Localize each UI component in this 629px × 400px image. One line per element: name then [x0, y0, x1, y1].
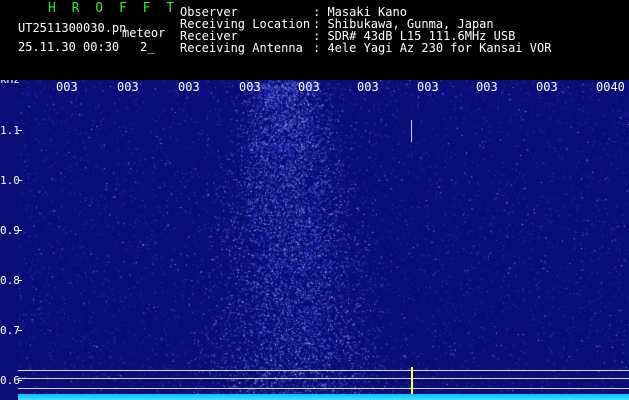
filename-label: UT2511300030.pn [18, 21, 127, 35]
time-tick: 003 [239, 80, 261, 94]
time-tick: 003 [357, 80, 379, 94]
time-tick: 003 [117, 80, 139, 94]
freq-tick: 0.9 [0, 224, 20, 237]
unit-label: kHz [0, 80, 20, 85]
freq-tick-mark [18, 280, 22, 281]
freq-tick: 0.8 [0, 274, 20, 287]
reference-line [18, 378, 629, 379]
meteor-label: meteor [122, 26, 166, 40]
index-label: 2_ [140, 40, 155, 54]
freq-tick-mark [18, 130, 22, 131]
freq-tick: 0.7 [0, 324, 20, 337]
antenna-label: Receiving Antenna [180, 41, 303, 55]
reference-line [18, 370, 629, 371]
brand-title: H R O F F T [48, 1, 179, 16]
freq-tick: 1.0 [0, 174, 20, 187]
noise-floor-band [18, 394, 629, 400]
meteor-trace [411, 120, 412, 142]
freq-tick: 0.6 [0, 374, 20, 387]
time-tick: 0040 [596, 80, 625, 94]
spectrogram-noise [0, 80, 629, 400]
reference-line [18, 388, 629, 389]
time-tick: 003 [417, 80, 439, 94]
freq-tick-mark [18, 180, 22, 181]
spectrogram: kHz 003 003 003 003 003 003 003 003 003 … [0, 80, 629, 400]
freq-tick-mark [18, 230, 22, 231]
header-panel: H R O F F T UT2511300030.pn meteor 25.11… [0, 0, 629, 80]
time-tick: 003 [178, 80, 200, 94]
datetime-label: 25.11.30 00:30 [18, 40, 120, 54]
freq-tick-mark [18, 330, 22, 331]
freq-tick-mark [18, 380, 22, 381]
time-tick: 003 [536, 80, 558, 94]
freq-tick: 1.1 [0, 124, 20, 137]
time-tick: 003 [298, 80, 320, 94]
time-tick: 003 [56, 80, 78, 94]
time-tick: 003 [476, 80, 498, 94]
antenna-value: : 4ele Yagi Az 230 for Kansai VOR [313, 41, 552, 55]
